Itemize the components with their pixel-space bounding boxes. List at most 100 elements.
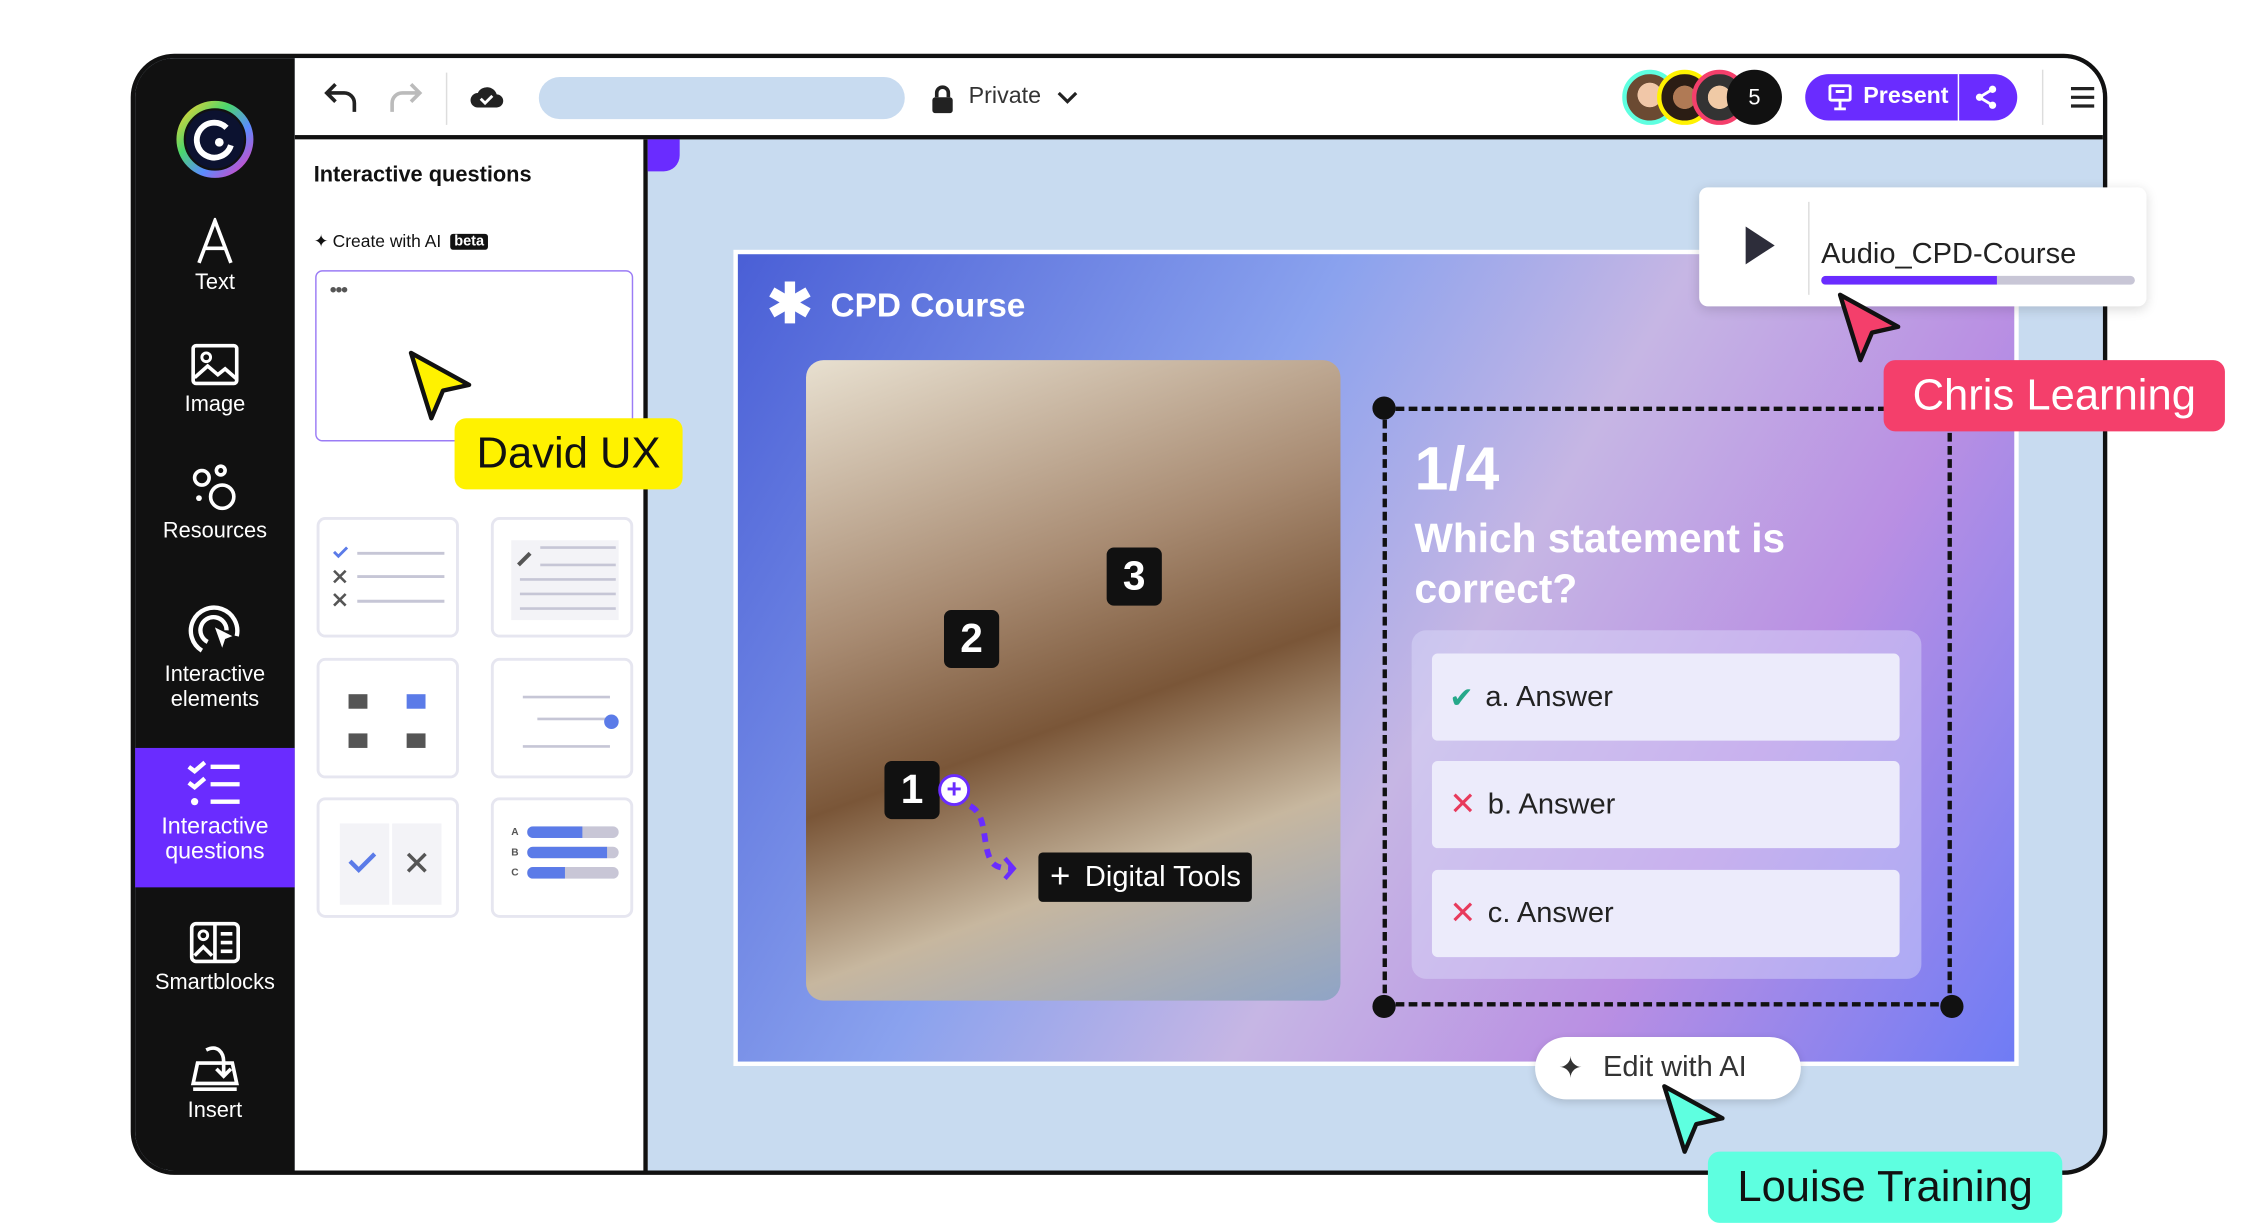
sidebar-item-text[interactable]: Text (135, 217, 295, 295)
question-type-image-choice[interactable] (316, 657, 459, 779)
hotspot-plus-icon[interactable]: + (938, 774, 971, 807)
hotspot-label: Digital Tools (1084, 860, 1241, 893)
sparkle-icon: ✦ (313, 230, 329, 252)
sidebar-item-smartblocks[interactable]: Smartblocks (135, 921, 295, 995)
slide-title: CPD Course (830, 285, 1026, 324)
questions-panel: Interactive questions ✦ Create with AI be… (294, 139, 648, 1171)
sidebar-item-label: Text (194, 270, 235, 295)
resize-handle[interactable] (1372, 994, 1396, 1019)
smartblocks-icon (189, 921, 240, 964)
resize-handle[interactable] (1940, 994, 1964, 1019)
image-choice-icon (348, 694, 426, 748)
collaborator-avatars[interactable]: 5 (1622, 69, 1788, 125)
asterisk-icon: ✱ (766, 274, 814, 336)
hotspot-2[interactable]: 2 (943, 609, 1000, 669)
resources-icon (192, 464, 236, 511)
interactive-elements-icon (188, 605, 240, 653)
create-ai-label: Create with AI (332, 230, 442, 252)
image-icon (191, 343, 239, 386)
sidebar-item-label: Interactive elements (164, 662, 266, 712)
sidebar-item-insert[interactable]: Insert (135, 1043, 295, 1123)
question-type-true-false[interactable] (316, 797, 459, 918)
text-icon (197, 217, 233, 264)
plus-icon: + (1050, 856, 1071, 897)
multiple-choice-icon (333, 546, 445, 607)
audio-progress-bar[interactable] (1821, 275, 2135, 285)
visibility-label: Private (968, 84, 1042, 109)
sidebar-item-label: Smartblocks (155, 970, 275, 995)
question-type-multiple-choice[interactable] (316, 517, 459, 638)
present-button[interactable]: Present (1805, 74, 1960, 121)
undo-icon[interactable] (324, 81, 359, 113)
drag-drop-icon (522, 695, 619, 748)
question-text: Which statement is correct? (1414, 515, 1786, 612)
lock-icon (932, 85, 953, 114)
cursor-icon (1837, 292, 1901, 363)
answer-option[interactable]: ✕ b. Answer (1431, 761, 1900, 849)
slide[interactable]: ✱ CPD Course 3 2 1 + + Digital Tools 1/4 … (733, 249, 2019, 1066)
panel-collapse-handle[interactable] (647, 139, 680, 172)
sidebar-item-resources[interactable]: Resources (135, 463, 295, 543)
sidebar-item-label: Interactive questions (161, 814, 269, 865)
cross-icon: ✕ (1449, 894, 1477, 931)
resize-handle[interactable] (1372, 396, 1396, 420)
answer-text: c. Answer (1487, 896, 1614, 929)
true-false-icon (339, 823, 442, 905)
answer-text: a. Answer (1485, 680, 1613, 713)
question-counter: 1/4 (1414, 434, 1500, 503)
title-input[interactable] (538, 76, 905, 120)
sidebar-item-interactive-questions[interactable]: Interactive questions (135, 747, 295, 888)
question-type-poll[interactable]: A B C (490, 797, 634, 918)
cursor-icon (1662, 1084, 1725, 1154)
cloud-saved-icon (470, 87, 504, 108)
cursor-icon (408, 350, 472, 421)
sparkle-icon: ✦ (1558, 1052, 1583, 1085)
sidebar-item-interactive-elements[interactable]: Interactive elements (135, 604, 295, 712)
connector-arrow (968, 803, 1017, 881)
cursor-label-louise: Louise Training (1707, 1151, 2063, 1223)
redo-icon[interactable] (388, 81, 423, 113)
poll-label: C (511, 867, 519, 878)
create-with-ai-button[interactable]: ✦ Create with AI beta (314, 231, 489, 251)
hotspot-1[interactable]: 1 (884, 761, 940, 820)
hotspot-3[interactable]: 3 (1106, 547, 1162, 606)
poll-label: A (511, 827, 519, 838)
check-icon: ✔ (1449, 681, 1474, 714)
insert-icon (190, 1046, 239, 1092)
share-icon[interactable] (1974, 84, 2000, 110)
menu-icon[interactable] (2070, 86, 2096, 109)
sidebar-item-label: Resources (162, 518, 267, 544)
cursor-label-david: David UX (454, 418, 683, 490)
poll-bar (527, 846, 619, 859)
cross-icon: ✕ (1449, 785, 1477, 823)
sidebar-item-image[interactable]: Image (135, 343, 295, 417)
presentation-icon (1828, 84, 1852, 111)
answer-option[interactable]: ✔ a. Answer (1431, 653, 1900, 741)
audio-player: Audio_CPD-Course (1699, 187, 2147, 307)
present-button-group: Present (1805, 74, 2018, 121)
more-icon[interactable]: ••• (330, 277, 348, 300)
sidebar-item-label: Image (184, 392, 246, 417)
panel-title: Interactive questions (313, 162, 532, 188)
play-icon[interactable] (1743, 225, 1778, 266)
divider (2041, 69, 2044, 125)
visibility-dropdown[interactable]: Private (969, 84, 1079, 110)
answer-option[interactable]: ✕ c. Answer (1431, 869, 1900, 958)
cursor-label-chris: Chris Learning (1883, 360, 2225, 432)
sidebar-item-label: Insert (187, 1097, 243, 1123)
meeting-photo (806, 360, 1341, 1001)
question-type-open-text[interactable] (490, 517, 634, 638)
answers-panel: ✔ a. Answer ✕ b. Answer ✕ c. Answer (1411, 630, 1922, 979)
hotspot-tooltip: + Digital Tools (1038, 852, 1253, 902)
app-stage: Text Image Resources Interactive element… (0, 0, 2251, 1223)
poll-preview: A B C (511, 826, 619, 879)
open-text-icon (511, 540, 619, 621)
poll-bar (527, 867, 619, 879)
collaborator-count[interactable]: 5 (1726, 69, 1782, 125)
slide-header: ✱ CPD Course (766, 274, 1026, 336)
top-toolbar: Private 5 Present (294, 58, 2103, 140)
divider (1808, 201, 1810, 295)
audio-name: Audio_CPD-Course (1821, 238, 2077, 271)
present-label: Present (1863, 84, 1949, 109)
question-type-drag-drop[interactable] (490, 657, 634, 779)
